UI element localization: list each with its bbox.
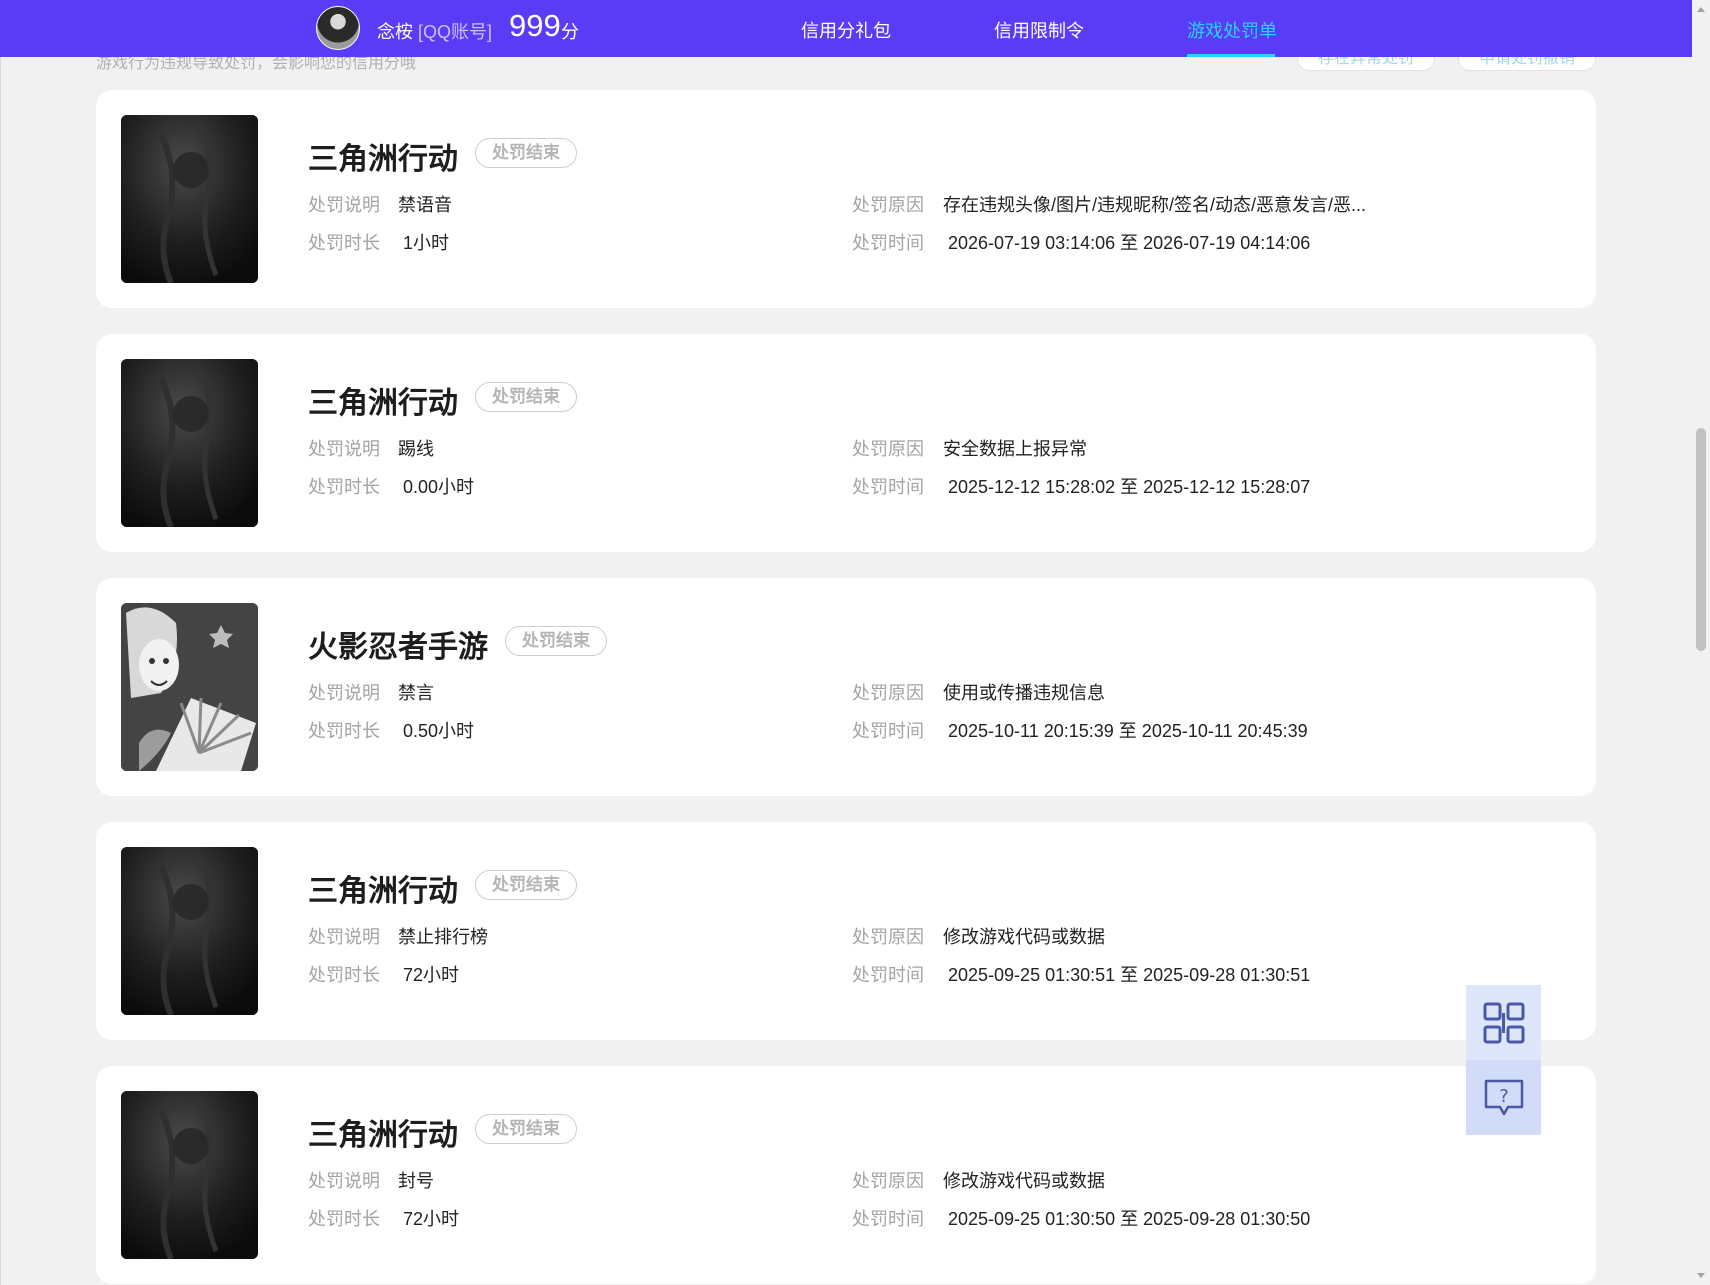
reason-value: 修改游戏代码或数据 (943, 927, 1105, 947)
time-value: 2025-09-25 01:30:50 至 2025-09-28 01:30:5… (948, 1209, 1311, 1229)
time-value: 2025-12-12 15:28:02 至 2025-12-12 15:28:0… (948, 477, 1311, 497)
duration-value: 72小时 (403, 1209, 460, 1229)
window-edge (0, 0, 1, 1285)
active-tab-indicator (1187, 54, 1275, 57)
explanation-label: 处罚说明 (308, 1171, 380, 1191)
reason-label: 处罚原因 (852, 683, 924, 703)
reason-value: 存在违规头像/图片/违规昵称/签名/动态/恶意发言/恶... (943, 195, 1367, 215)
time-label: 处罚时间 (852, 1209, 924, 1229)
penalty-card: 三角洲行动 处罚结束 处罚说明 禁语音 处罚时长 1小时 处罚原因 存在违规头像… (96, 90, 1596, 308)
reason-value: 安全数据上报异常 (943, 439, 1087, 459)
svg-text:?: ? (1499, 1086, 1509, 1107)
game-name: 三角洲行动 (308, 387, 458, 420)
username: 念桉 (377, 22, 413, 42)
time-value: 2025-10-11 20:15:39 至 2025-10-11 20:45:3… (948, 721, 1308, 741)
explanation-value: 禁语音 (398, 195, 452, 215)
duration-label: 处罚时长 (308, 721, 380, 741)
account-type: [QQ账号] (418, 22, 493, 42)
scroll-up-arrow-icon[interactable] (1697, 7, 1705, 12)
top-navigation-bar: 念桉 [QQ账号] 999 分 信用分礼包 信用限制令 游戏处罚单 (0, 0, 1692, 57)
duration-value: 1小时 (403, 233, 450, 253)
avatar[interactable] (316, 6, 360, 50)
explanation-label: 处罚说明 (308, 927, 380, 947)
explanation-label: 处罚说明 (308, 439, 380, 459)
help-feedback-icon: ? (1484, 1079, 1523, 1115)
explanation-label: 处罚说明 (308, 683, 380, 703)
game-name: 三角洲行动 (308, 1119, 458, 1152)
explanation-value: 禁言 (398, 683, 434, 703)
duration-value: 72小时 (403, 965, 460, 985)
game-name: 三角洲行动 (308, 143, 458, 176)
time-label: 处罚时间 (852, 965, 924, 985)
delta-force-game-icon (121, 1091, 258, 1259)
credit-score-value: 999 (509, 8, 561, 43)
reason-label: 处罚原因 (852, 439, 924, 459)
qr-code-button[interactable] (1466, 985, 1541, 1060)
time-value: 2025-09-25 01:30:51 至 2025-09-28 01:30:5… (948, 965, 1311, 985)
status-badge: 处罚结束 (475, 382, 577, 412)
delta-force-game-icon (121, 847, 258, 1015)
status-badge: 处罚结束 (475, 1114, 577, 1144)
duration-value: 0.50小时 (403, 721, 475, 741)
scroll-down-arrow-icon[interactable] (1697, 1273, 1705, 1278)
tab-game-penalty[interactable]: 游戏处罚单 (1187, 17, 1277, 43)
reason-label: 处罚原因 (852, 927, 924, 947)
penalty-card: 火影忍者手游 处罚结束 处罚说明 禁言 处罚时长 0.50小时 处罚原因 使用或… (96, 578, 1596, 796)
delta-force-game-icon (121, 115, 258, 283)
credit-score-unit: 分 (561, 22, 579, 42)
reason-value: 修改游戏代码或数据 (943, 1171, 1105, 1191)
tab-credit-gift[interactable]: 信用分礼包 (801, 17, 891, 43)
explanation-label: 处罚说明 (308, 195, 380, 215)
time-value: 2026-07-19 03:14:06 至 2026-07-19 04:14:0… (948, 233, 1311, 253)
reason-label: 处罚原因 (852, 1171, 924, 1191)
game-name: 火影忍者手游 (308, 631, 488, 664)
penalty-card: 三角洲行动 处罚结束 处罚说明 封号 处罚时长 72小时 处罚原因 修改游戏代码… (96, 1066, 1596, 1284)
help-feedback-button[interactable]: ? (1466, 1060, 1541, 1135)
time-label: 处罚时间 (852, 477, 924, 497)
duration-label: 处罚时长 (308, 965, 380, 985)
duration-value: 0.00小时 (403, 477, 475, 497)
floating-tools: ? (1466, 985, 1541, 1135)
delta-force-game-icon (121, 359, 258, 527)
reason-label: 处罚原因 (852, 195, 924, 215)
page: 游戏行为违规导致处罚，会影响您的信用分哦 存在异常处罚 申请处罚撤销 念桉 [Q… (0, 0, 1710, 1285)
duration-label: 处罚时长 (308, 1209, 380, 1229)
game-name: 三角洲行动 (308, 875, 458, 908)
naruto-game-icon (121, 603, 258, 771)
time-label: 处罚时间 (852, 721, 924, 741)
time-label: 处罚时间 (852, 233, 924, 253)
status-badge: 处罚结束 (475, 870, 577, 900)
scrollbar-thumb[interactable] (1696, 428, 1706, 651)
duration-label: 处罚时长 (308, 477, 380, 497)
tab-credit-restriction[interactable]: 信用限制令 (994, 17, 1084, 43)
penalty-card: 三角洲行动 处罚结束 处罚说明 踢线 处罚时长 0.00小时 处罚原因 安全数据… (96, 334, 1596, 552)
explanation-value: 封号 (398, 1171, 434, 1191)
status-badge: 处罚结束 (475, 138, 577, 168)
penalty-card: 三角洲行动 处罚结束 处罚说明 禁止排行榜 处罚时长 72小时 处罚原因 修改游… (96, 822, 1596, 1040)
qr-code-icon (1483, 1002, 1524, 1043)
status-badge: 处罚结束 (505, 626, 607, 656)
explanation-value: 禁止排行榜 (398, 927, 488, 947)
duration-label: 处罚时长 (308, 233, 380, 253)
reason-value: 使用或传播违规信息 (943, 683, 1105, 703)
vertical-scrollbar[interactable] (1692, 0, 1710, 1285)
explanation-value: 踢线 (398, 439, 434, 459)
